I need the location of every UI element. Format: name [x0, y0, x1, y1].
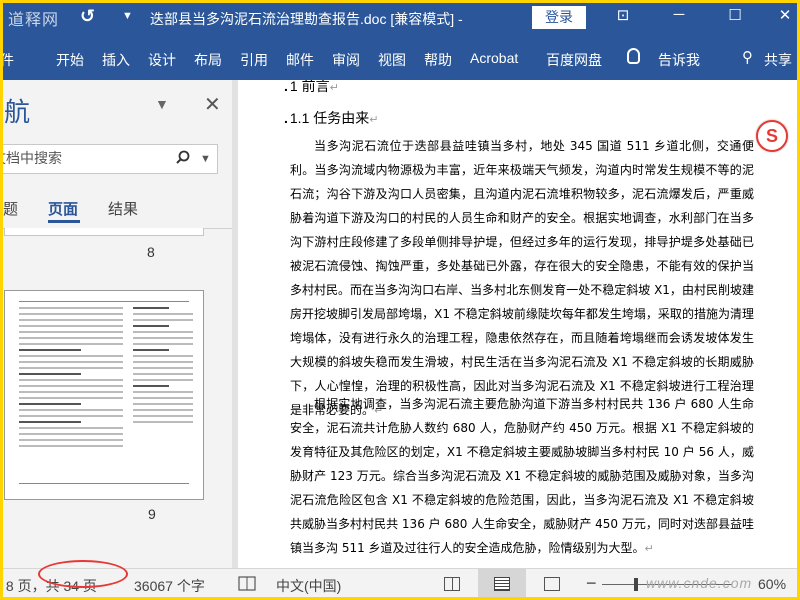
tab-acrobat[interactable]: Acrobat	[470, 50, 518, 66]
read-mode-icon[interactable]	[444, 577, 460, 591]
tab-layout[interactable]: 布局	[194, 50, 222, 70]
paragraph-1: 当多沟泥石流位于迭部县益哇镇当多村，地处 345 国道 511 乡道北侧，交通便…	[290, 139, 754, 417]
minimize-icon[interactable]: ─	[664, 6, 694, 23]
tab-insert[interactable]: 插入	[102, 50, 130, 70]
ribbon-display-options-icon[interactable]: ⊡	[608, 6, 638, 24]
tab-file[interactable]: 文件	[0, 50, 14, 70]
nav-pane-title: 导航	[0, 97, 31, 127]
page-number-9: 9	[148, 506, 156, 522]
maximize-icon[interactable]: ☐	[720, 6, 750, 24]
search-options-icon[interactable]: ▼	[200, 153, 211, 165]
quick-access-dropdown-icon[interactable]: ▼	[122, 10, 133, 22]
sogou-ime-badge[interactable]: S	[756, 120, 788, 152]
zoom-out-icon[interactable]: −	[586, 573, 597, 594]
undo-icon[interactable]: ↺	[80, 6, 95, 27]
tab-review[interactable]: 审阅	[332, 50, 360, 70]
word-count-status[interactable]: 36067 个字	[134, 576, 205, 596]
page-thumbnail-9[interactable]	[4, 290, 204, 500]
title-bar: 道释网 ↺ ▼ 迭部县当多沟泥石流治理勘查报告.doc [兼容模式] - 登录 …	[0, 0, 800, 36]
nav-search-box: ▼	[0, 144, 218, 174]
share-button[interactable]: 共享	[764, 50, 792, 70]
document-title: 迭部县当多沟泥石流治理勘查报告.doc [兼容模式] -	[150, 11, 463, 27]
login-button[interactable]: 登录	[532, 6, 586, 29]
tab-baidu-netdisk[interactable]: 百度网盘	[546, 50, 602, 70]
tell-me-box[interactable]: 告诉我	[658, 50, 700, 70]
tab-references[interactable]: 引用	[240, 50, 268, 70]
document-canvas[interactable]: .1 前言↵ . 1.1 任务由来↵ 当多沟泥石流位于迭部县益哇镇当多村，地处 3…	[238, 80, 800, 568]
active-tab-indicator	[48, 220, 80, 223]
heading-2: . 1.1 任务由来↵	[284, 110, 379, 126]
navigation-pane: 导航 ▼ ✕ ▼ 标题 页面 结果 8 9	[0, 80, 232, 568]
tab-mailings[interactable]: 邮件	[286, 50, 314, 70]
zoom-slider-thumb[interactable]	[634, 578, 638, 591]
site-watermark: www.cnde.com	[646, 575, 753, 591]
paragraph-2: 根据实地调查，当多沟泥石流主要危胁沟道下游当多村村民共 136 户 680 人生…	[290, 397, 754, 555]
nav-tab-pages[interactable]: 页面	[48, 198, 78, 219]
annotation-ellipse	[38, 560, 128, 588]
page-thumbnail-8[interactable]	[4, 228, 204, 236]
ribbon-tabs: 文件 开始 插入 设计 布局 引用 邮件 审阅 视图 帮助 Acrobat 百度…	[0, 36, 800, 80]
close-window-icon[interactable]: ✕	[770, 6, 800, 24]
nav-search-input[interactable]	[0, 150, 138, 166]
tab-home[interactable]: 开始	[56, 50, 84, 70]
tab-design[interactable]: 设计	[148, 50, 176, 70]
print-layout-icon[interactable]	[494, 577, 510, 591]
proofing-book-icon[interactable]	[238, 576, 256, 592]
search-icon[interactable]	[176, 150, 190, 164]
nav-tab-headings[interactable]: 标题	[0, 198, 18, 219]
pane-options-icon[interactable]: ▼	[155, 96, 169, 112]
zoom-level[interactable]: 60%	[758, 576, 786, 592]
site-logo: 道释网	[8, 10, 60, 29]
page-number-8: 8	[147, 244, 155, 260]
tab-view[interactable]: 视图	[378, 50, 406, 70]
lightbulb-icon[interactable]	[627, 48, 640, 64]
close-pane-icon[interactable]: ✕	[204, 92, 221, 117]
share-person-icon[interactable]: ⚲	[742, 48, 753, 66]
heading-1: .1 前言↵	[284, 80, 339, 94]
language-status[interactable]: 中文(中国)	[276, 576, 341, 596]
web-layout-icon[interactable]	[544, 577, 560, 591]
tab-help[interactable]: 帮助	[424, 50, 452, 70]
nav-tab-results[interactable]: 结果	[108, 198, 138, 219]
